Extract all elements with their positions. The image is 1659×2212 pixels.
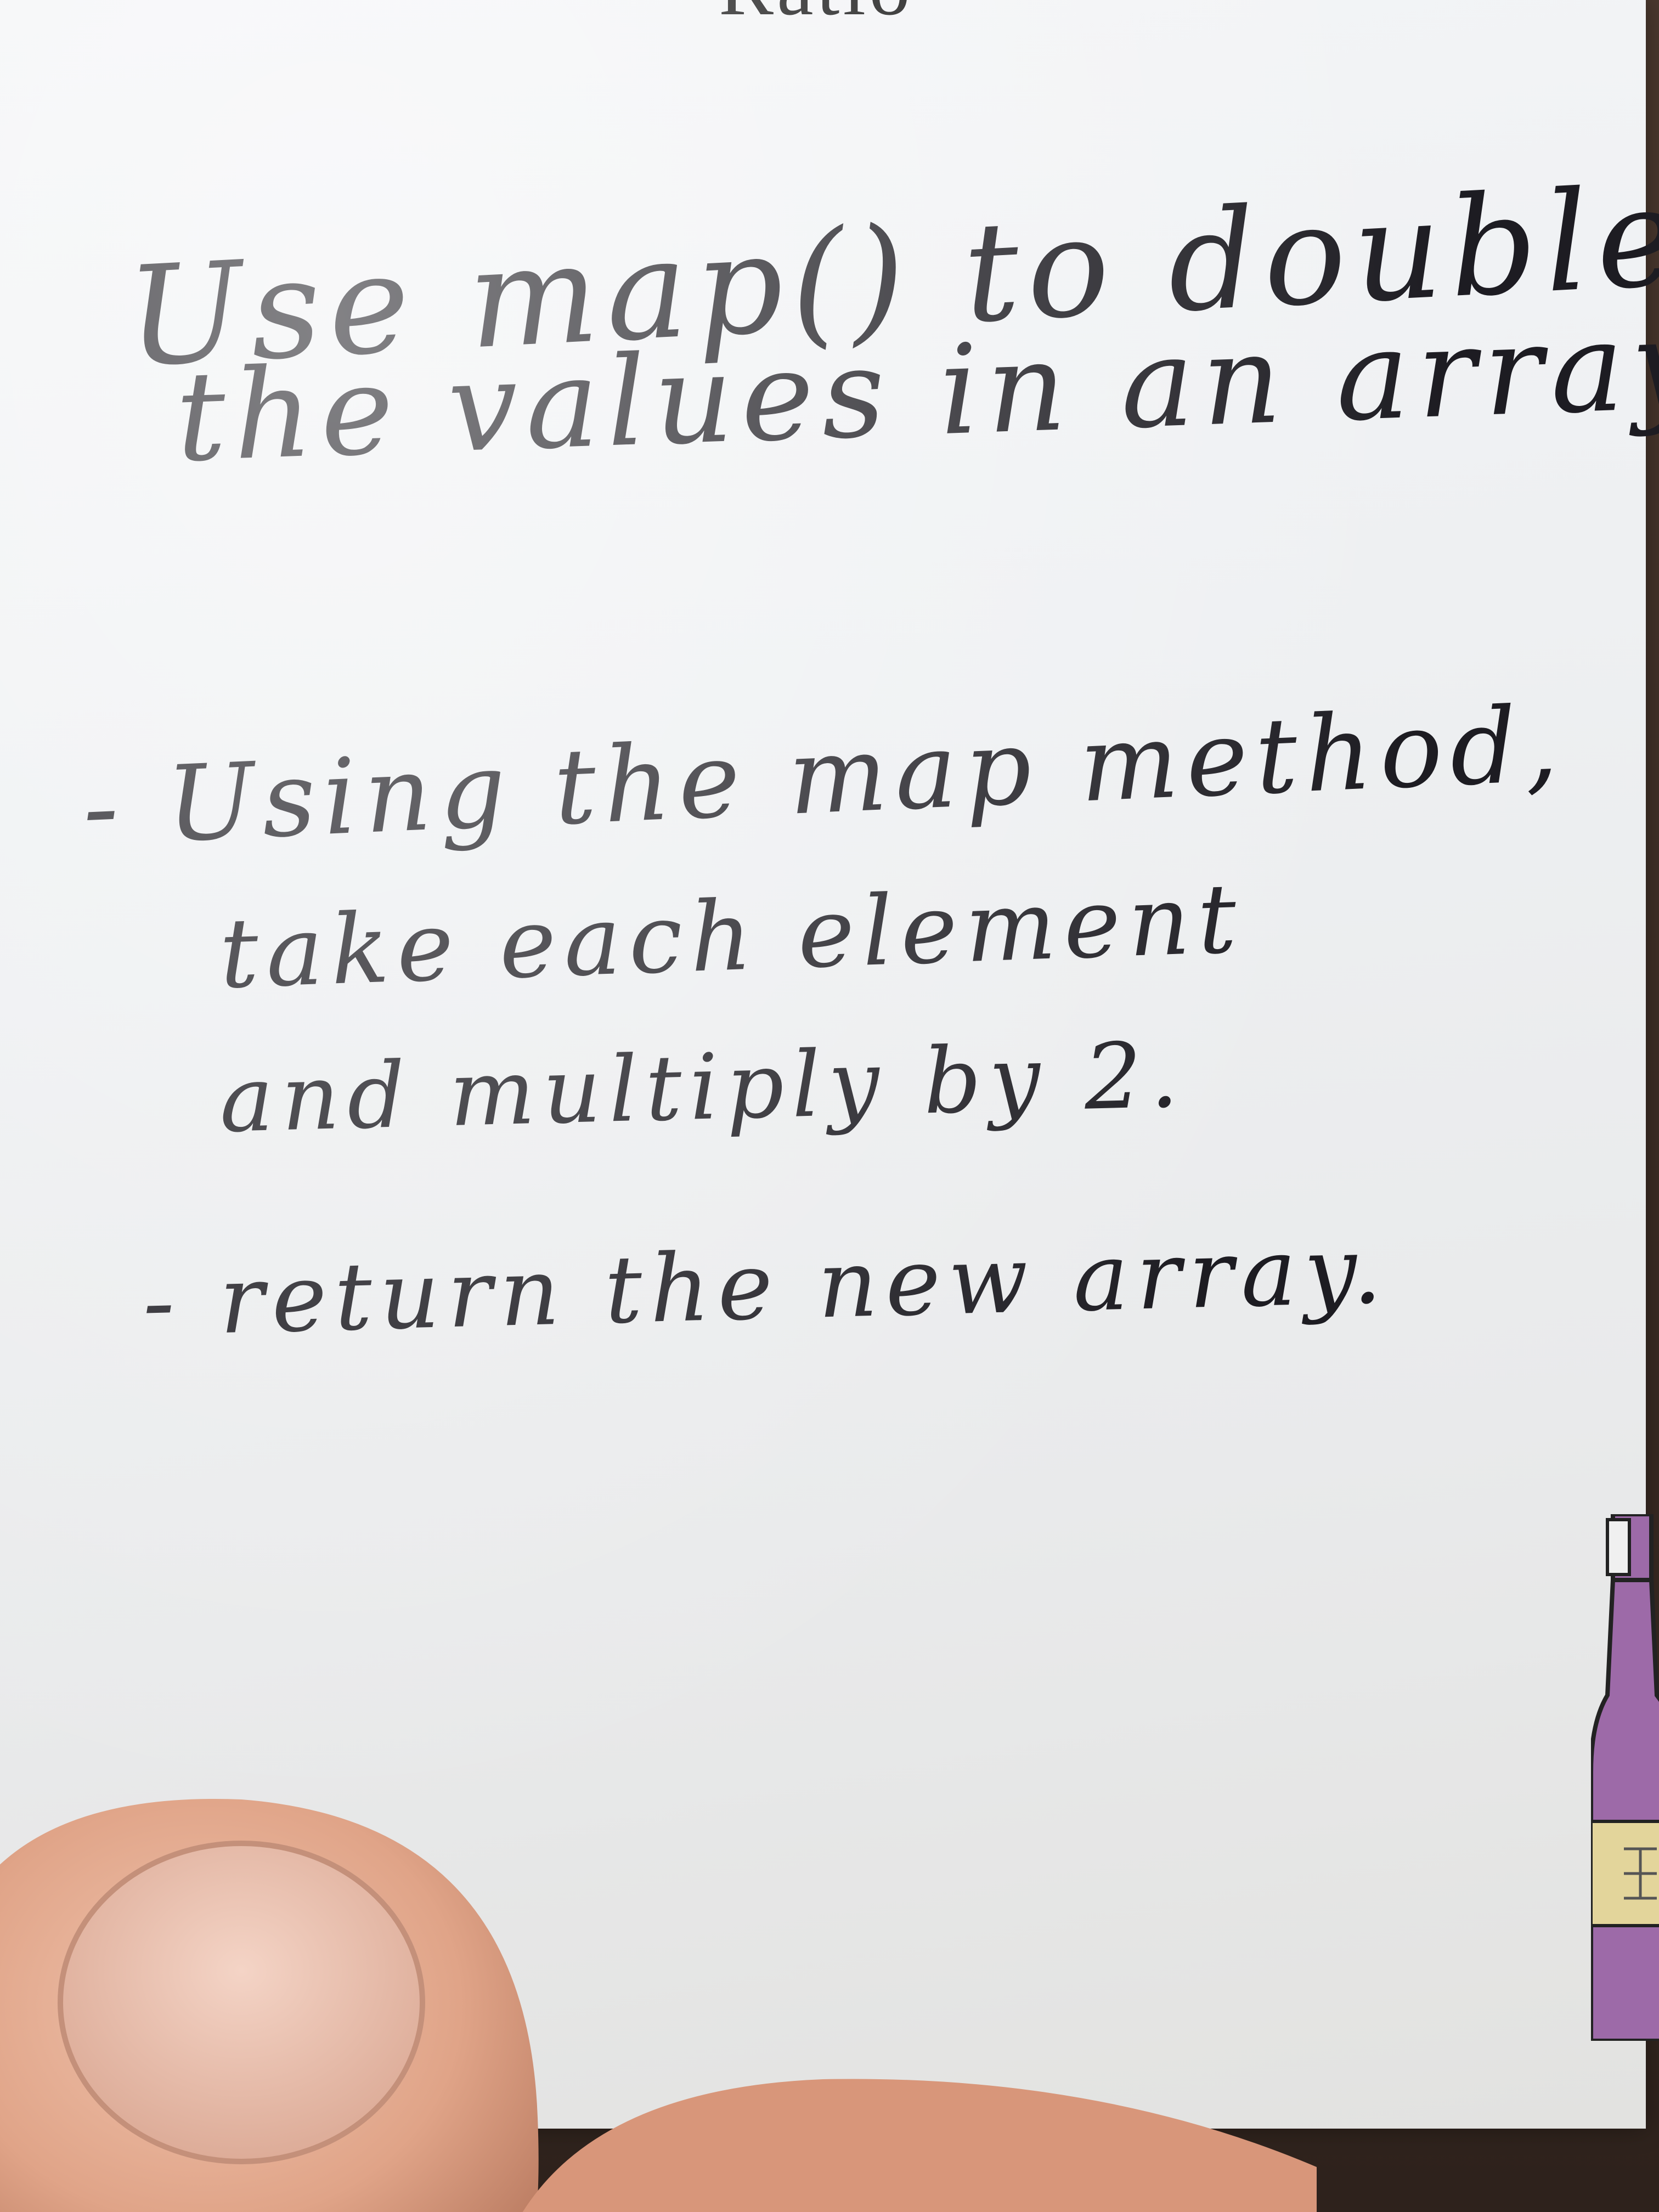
handwritten-line-5: and multiply by 2. xyxy=(218,1022,1188,1153)
handwritten-line-4: take each element xyxy=(218,863,1246,1011)
bottle-sticker-icon xyxy=(1591,1514,1659,2041)
photo-scene: Ratio Use map() to double the values in … xyxy=(0,0,1659,2212)
thumb-icon xyxy=(0,1799,539,2212)
finger-icon xyxy=(522,2079,1317,2212)
printed-title-partial: Ratio xyxy=(719,0,913,34)
handwritten-line-6: - return the new array. xyxy=(141,1216,1391,1357)
handwritten-line-3: - Using the map method, xyxy=(80,683,1568,869)
